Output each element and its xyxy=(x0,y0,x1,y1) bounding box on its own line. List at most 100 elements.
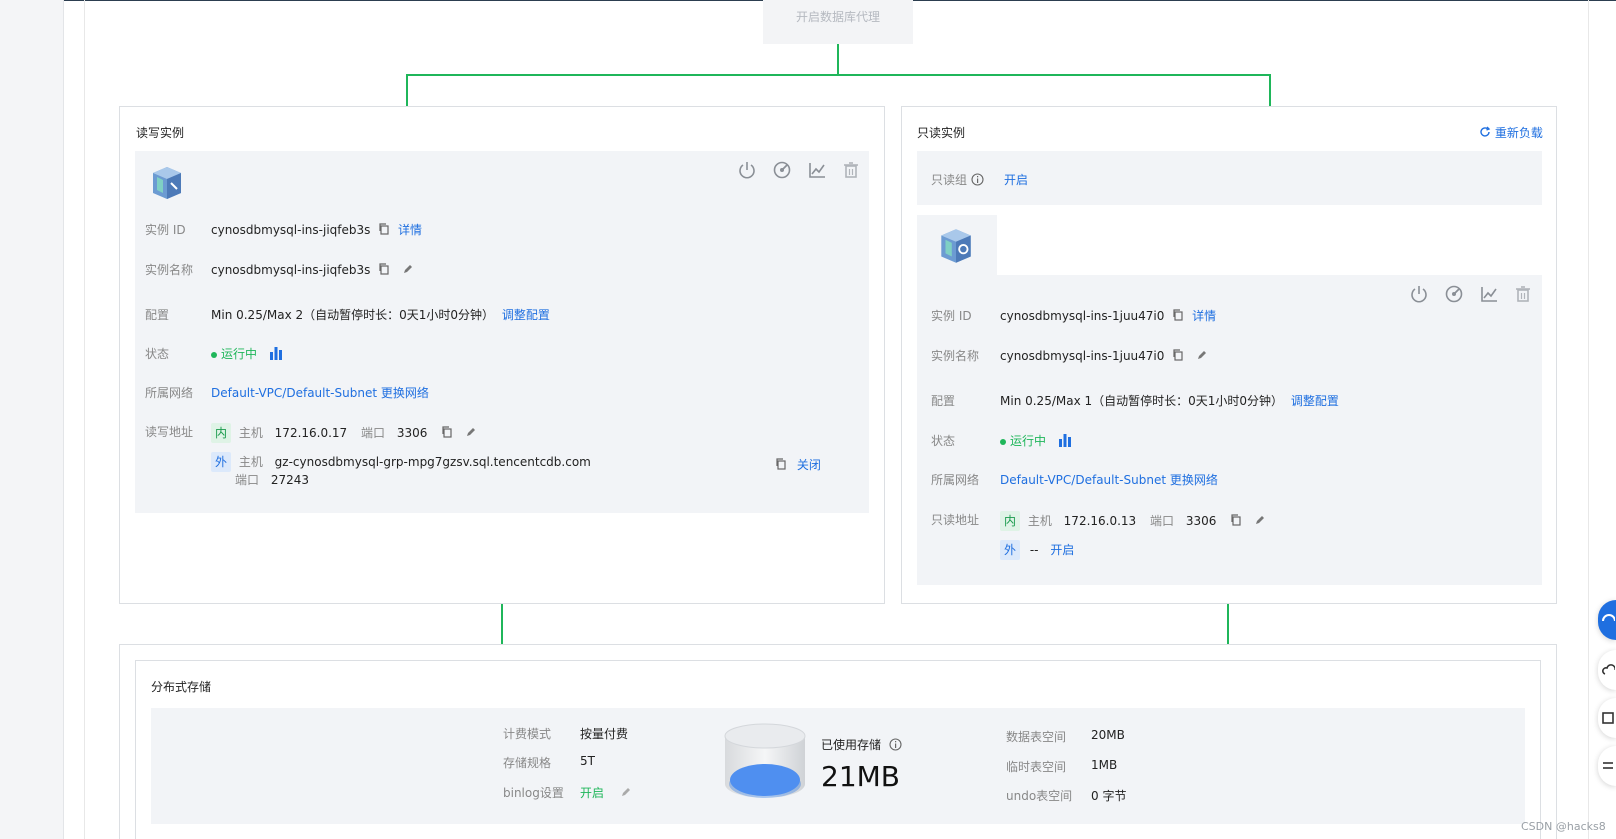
used-storage-value: 21MB xyxy=(821,760,900,793)
doc-float-button[interactable] xyxy=(1598,698,1616,738)
host-label: 主机 xyxy=(238,426,263,440)
ro-instance-panel: 只读实例 重新负载 只读组 开启 实例 ID cynosdbmysql-ins-… xyxy=(901,106,1557,604)
port-label: 端口 xyxy=(235,473,260,487)
used-storage-label-row: 已使用存储 xyxy=(821,736,902,754)
watermark: CSDN @hacks8 xyxy=(1521,820,1606,833)
status-value: 运行中 xyxy=(211,345,283,363)
reload-link[interactable]: 重新负载 xyxy=(1495,126,1543,140)
instance-name-label: 实例名称 xyxy=(145,263,194,277)
edit-icon[interactable] xyxy=(1254,514,1266,529)
headset-icon xyxy=(1602,614,1615,622)
billing-value: 按量付费 xyxy=(580,727,629,741)
status-value: 运行中 xyxy=(1000,432,1072,450)
delete-icon[interactable] xyxy=(840,159,862,181)
copy-icon[interactable] xyxy=(1230,514,1242,529)
instance-name-text: cynosdbmysql-ins-1juu47i0 xyxy=(1000,349,1165,363)
instance-detail-link[interactable]: 详情 xyxy=(398,223,422,237)
ro-group-card: 只读组 开启 xyxy=(917,151,1542,205)
copy-icon[interactable] xyxy=(1172,309,1184,324)
edit-icon[interactable] xyxy=(620,786,632,801)
subnet-link[interactable]: /Default-Subnet xyxy=(282,386,377,400)
ro-group-enable-link[interactable]: 开启 xyxy=(1004,171,1028,188)
config-value: Min 0.25/Max 1（自动暂停时长：0天1小时0分钟） 调整配置 xyxy=(1000,392,1339,409)
ro-panel-title: 只读实例 xyxy=(917,126,966,140)
network-label: 所属网络 xyxy=(931,473,980,487)
edit-icon[interactable] xyxy=(402,263,414,278)
connector-line xyxy=(406,74,408,106)
network-label: 所属网络 xyxy=(145,386,194,400)
monitor-chart-icon[interactable] xyxy=(806,159,828,181)
connector-line xyxy=(1227,604,1229,644)
undo-space-value: 0 字节 xyxy=(1091,789,1127,803)
binlog-text[interactable]: 开启 xyxy=(580,786,604,800)
delete-icon[interactable] xyxy=(1512,283,1534,305)
monitor-chart-icon[interactable] xyxy=(1478,283,1500,305)
network-value: Default-VPC/Default-Subnet 更换网络 xyxy=(211,384,429,401)
gauge-icon[interactable] xyxy=(771,159,793,181)
close-outer-link[interactable]: 关闭 xyxy=(797,458,821,472)
binlog-value: 开启 xyxy=(580,784,632,801)
subnet-link[interactable]: /Default-Subnet xyxy=(1071,473,1166,487)
instance-id-value: cynosdbmysql-ins-1juu47i0 详情 xyxy=(1000,307,1216,324)
connector-line xyxy=(1269,74,1271,106)
temp-space-label: 临时表空间 xyxy=(1006,760,1067,774)
copy-icon[interactable] xyxy=(378,263,390,278)
ro-group-label: 只读组 xyxy=(931,171,984,189)
refresh-icon[interactable] xyxy=(1479,126,1491,141)
instance-name-label: 实例名称 xyxy=(931,349,980,363)
support-float-button[interactable] xyxy=(1598,600,1616,640)
bar-chart-icon[interactable] xyxy=(1058,433,1072,450)
enable-outer-link[interactable]: 开启 xyxy=(1050,543,1074,557)
more-float-button[interactable] xyxy=(1598,746,1616,786)
address-label: 只读地址 xyxy=(931,513,980,527)
enable-proxy-button[interactable]: 开启数据库代理 xyxy=(763,0,913,44)
storage-title: 分布式存储 xyxy=(151,680,212,694)
change-network-link[interactable]: 更换网络 xyxy=(1170,473,1218,487)
gauge-icon[interactable] xyxy=(1443,283,1465,305)
instance-name-value: cynosdbmysql-ins-jiqfeb3s xyxy=(211,263,414,278)
undo-space-label: undo表空间 xyxy=(1006,789,1073,803)
instance-id-text: cynosdbmysql-ins-jiqfeb3s xyxy=(211,223,371,237)
connector-line xyxy=(837,44,839,75)
vpc-link[interactable]: Default-VPC xyxy=(211,386,282,400)
copy-icon[interactable] xyxy=(1172,349,1184,364)
ro-instance-icon-box xyxy=(917,215,997,275)
info-icon[interactable] xyxy=(889,737,902,754)
address-label: 读写地址 xyxy=(145,425,194,439)
host-label: 主机 xyxy=(1027,514,1052,528)
bar-chart-icon[interactable] xyxy=(269,346,283,363)
copy-icon[interactable] xyxy=(378,223,390,238)
inner-address-row: 内 主机 172.16.0.17 端口 3306 xyxy=(211,423,477,443)
outer-address-row: 外 主机 gz-cynosdbmysql-grp-mpg7gzsv.sql.te… xyxy=(211,452,591,472)
status-label: 状态 xyxy=(931,434,956,448)
cloud-float-button[interactable] xyxy=(1598,650,1616,690)
inner-address-row: 内 主机 172.16.0.13 端口 3306 xyxy=(1000,511,1266,531)
power-icon[interactable] xyxy=(1408,283,1430,305)
instance-id-text: cynosdbmysql-ins-1juu47i0 xyxy=(1000,309,1165,323)
adjust-config-link[interactable]: 调整配置 xyxy=(1291,394,1339,408)
adjust-config-link[interactable]: 调整配置 xyxy=(502,308,550,322)
instance-detail-link[interactable]: 详情 xyxy=(1192,309,1216,323)
cloud-icon xyxy=(1602,664,1615,675)
status-label: 状态 xyxy=(145,347,170,361)
list-icon xyxy=(1603,762,1613,769)
info-icon[interactable] xyxy=(971,172,984,189)
copy-icon[interactable] xyxy=(775,458,787,473)
copy-icon[interactable] xyxy=(441,426,453,441)
ro-group-text: 只读组 xyxy=(931,173,968,187)
power-icon[interactable] xyxy=(736,159,758,181)
inner-host: 172.16.0.13 xyxy=(1063,514,1137,528)
edit-icon[interactable] xyxy=(1196,349,1208,364)
status-text: 运行中 xyxy=(221,347,258,361)
change-network-link[interactable]: 更换网络 xyxy=(381,386,429,400)
instance-id-label: 实例 ID xyxy=(145,223,186,237)
vpc-link[interactable]: Default-VPC xyxy=(1000,473,1071,487)
inner-host: 172.16.0.17 xyxy=(274,426,348,440)
content-right-border xyxy=(1588,0,1589,839)
edit-icon[interactable] xyxy=(465,426,477,441)
config-text: Min 0.25/Max 2（自动暂停时长：0天1小时0分钟） xyxy=(211,308,495,322)
outer-address-row: 外 -- 开启 xyxy=(1000,540,1074,560)
instance-id-value: cynosdbmysql-ins-jiqfeb3s 详情 xyxy=(211,221,422,238)
instance-name-value: cynosdbmysql-ins-1juu47i0 xyxy=(1000,349,1208,364)
status-dot xyxy=(1000,438,1006,445)
